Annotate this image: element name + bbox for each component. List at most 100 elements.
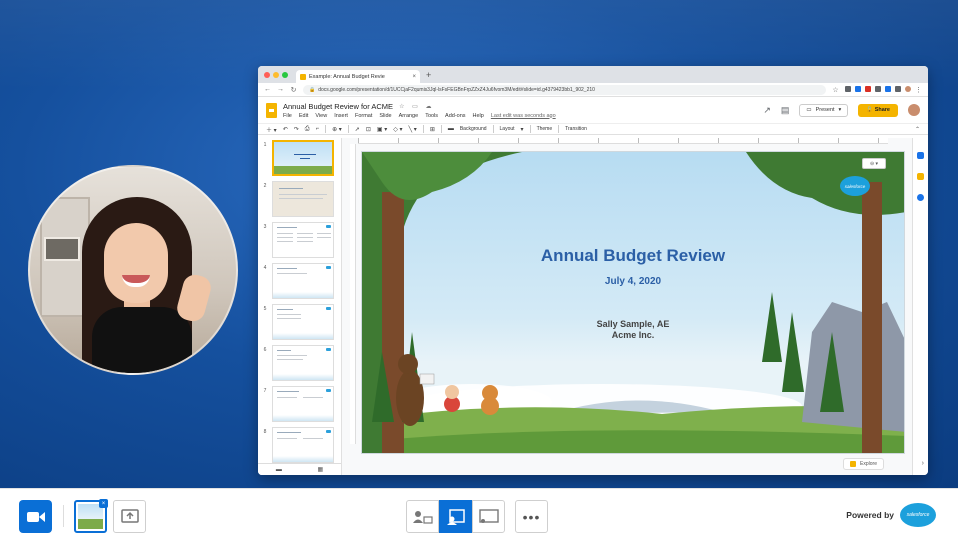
back-icon[interactable]: ←: [264, 86, 271, 93]
undo-icon[interactable]: ↶: [283, 126, 288, 133]
toolbar-divider: [347, 125, 349, 133]
layout-presenter-only-button[interactable]: [406, 500, 439, 533]
background-icon[interactable]: ▬: [448, 126, 454, 132]
extension-icon[interactable]: [895, 85, 901, 92]
chevron-down-icon[interactable]: ▾: [839, 107, 842, 113]
menu-addons[interactable]: Add-ons: [445, 113, 466, 119]
menu-file[interactable]: File: [283, 113, 292, 119]
filmstrip-item[interactable]: 6: [258, 345, 341, 385]
extension-icon[interactable]: [875, 85, 881, 92]
doc-title-row: Annual Budget Review for ACME ☆ ▭ ☁: [283, 102, 556, 111]
layout-button[interactable]: Layout: [500, 126, 515, 132]
slide-thumbnail[interactable]: [272, 345, 334, 381]
profile-avatar[interactable]: [905, 85, 911, 92]
theme-button[interactable]: Theme: [537, 126, 553, 132]
menu-slide[interactable]: Slide: [379, 113, 391, 119]
doc-title[interactable]: Annual Budget Review for ACME: [283, 102, 393, 111]
share-screen-button[interactable]: [113, 500, 146, 533]
background-button[interactable]: Background: [460, 126, 487, 132]
camera-button[interactable]: [19, 500, 52, 533]
presenter-company: Acme Inc.: [611, 330, 655, 340]
transition-button[interactable]: Transition: [565, 126, 587, 132]
add-comment-icon[interactable]: ⊞: [430, 126, 435, 133]
expand-panel-chevron-icon[interactable]: ›: [922, 460, 924, 467]
menu-help[interactable]: Help: [473, 113, 484, 119]
new-slide-icon[interactable]: ＋ ▾: [266, 125, 277, 134]
extension-icon[interactable]: [885, 85, 891, 92]
maximize-window-icon[interactable]: [282, 71, 288, 78]
google-slides-logo-icon[interactable]: [266, 102, 277, 118]
extension-icon[interactable]: [855, 85, 861, 92]
extension-icon[interactable]: [845, 85, 851, 92]
slide-presenter-block[interactable]: Sally Sample, AE Acme Inc.: [362, 319, 904, 341]
address-bar[interactable]: 🔒 docs.google.com/presentation/d/1UCCjaF…: [303, 84, 826, 95]
activity-trend-icon[interactable]: ↗: [763, 105, 771, 116]
tab-close-icon[interactable]: ×: [412, 74, 416, 80]
comment-icon[interactable]: ▤: [781, 105, 790, 116]
slide-date[interactable]: July 4, 2020: [362, 276, 904, 287]
last-edit-link[interactable]: Last edit was seconds ago: [491, 113, 556, 119]
menu-tools[interactable]: Tools: [425, 113, 438, 119]
browser-tab[interactable]: Example: Annual Budget Revie ×: [296, 70, 420, 83]
paint-format-icon[interactable]: ⌐: [316, 126, 320, 132]
collapse-chevron-up-icon[interactable]: ⌃: [915, 126, 920, 133]
tasks-icon[interactable]: [917, 194, 924, 201]
slide-link-button[interactable]: ⊖ ▾: [862, 158, 886, 169]
layout-chevron-icon[interactable]: ▾: [521, 126, 524, 133]
filmstrip-item[interactable]: 8: [258, 427, 341, 467]
filmstrip-item[interactable]: 4: [258, 263, 341, 303]
browser-menu-icon[interactable]: ⋮: [915, 86, 922, 94]
present-button[interactable]: ▭ Present ▾: [799, 103, 849, 117]
grid-view-icon[interactable]: ▦: [317, 466, 323, 473]
shape-icon[interactable]: ◇ ▾: [393, 126, 402, 133]
print-icon[interactable]: ⎙: [305, 126, 310, 133]
slide-thumbnail[interactable]: [272, 427, 334, 463]
select-cursor-icon[interactable]: ➚: [355, 126, 360, 133]
filmstrip-item[interactable]: 3: [258, 222, 341, 262]
close-window-icon[interactable]: [264, 71, 270, 78]
menu-format[interactable]: Format: [355, 113, 372, 119]
explore-button[interactable]: Explore: [843, 458, 884, 470]
slide-thumbnail[interactable]: [272, 140, 334, 176]
menu-arrange[interactable]: Arrange: [399, 113, 419, 119]
layout-slide-only-button[interactable]: [472, 500, 505, 533]
extension-icon[interactable]: [865, 85, 871, 92]
filmstrip-item[interactable]: 2: [258, 181, 341, 221]
slide-title[interactable]: Annual Budget Review: [362, 246, 904, 266]
slide-thumbnail[interactable]: [272, 222, 334, 258]
slide-thumbnail[interactable]: [272, 181, 334, 217]
slide-thumbnail[interactable]: [272, 386, 334, 422]
filmstrip-item[interactable]: 5: [258, 304, 341, 344]
filmstrip-item[interactable]: 1: [258, 140, 341, 180]
slide-thumbnail[interactable]: [272, 304, 334, 340]
line-icon[interactable]: ╲ ▾: [409, 126, 417, 133]
minimize-window-icon[interactable]: [273, 71, 279, 78]
star-move-status-icons[interactable]: ☆ ▭ ☁: [399, 103, 434, 110]
close-share-icon[interactable]: ×: [99, 499, 108, 508]
zoom-icon[interactable]: ⊕ ▾: [332, 126, 342, 133]
slide-number: 7: [263, 388, 267, 394]
current-slide[interactable]: ⊖ ▾ salesforce Annual Budget Review July…: [361, 151, 905, 454]
slide-filmstrip[interactable]: 1 2 3 4 5 6 7 8 ▬ ▦: [258, 138, 342, 475]
new-tab-button[interactable]: +: [426, 70, 431, 80]
menu-edit[interactable]: Edit: [299, 113, 308, 119]
redo-icon[interactable]: ↷: [294, 126, 299, 133]
layout-side-by-side-button[interactable]: [439, 500, 472, 533]
slide-thumbnail[interactable]: [272, 263, 334, 299]
shared-slide-thumbnail-button[interactable]: ×: [74, 499, 108, 533]
filmstrip-item[interactable]: 7: [258, 386, 341, 426]
keep-icon[interactable]: [917, 173, 924, 180]
share-button[interactable]: 🔒 Share: [858, 103, 898, 117]
menu-view[interactable]: View: [315, 113, 327, 119]
more-options-button[interactable]: •••: [515, 500, 548, 533]
bookmark-star-icon[interactable]: ☆: [832, 86, 839, 94]
menu-insert[interactable]: Insert: [334, 113, 348, 119]
textbox-icon[interactable]: ⊡: [366, 126, 371, 133]
account-avatar[interactable]: [908, 104, 920, 116]
filmstrip-view-icon[interactable]: ▬: [276, 467, 282, 473]
toolbar-divider: [440, 125, 442, 133]
calendar-icon[interactable]: [917, 152, 924, 159]
forward-icon[interactable]: →: [277, 86, 284, 93]
reload-icon[interactable]: ↻: [290, 86, 297, 94]
image-icon[interactable]: ▣ ▾: [377, 126, 387, 133]
